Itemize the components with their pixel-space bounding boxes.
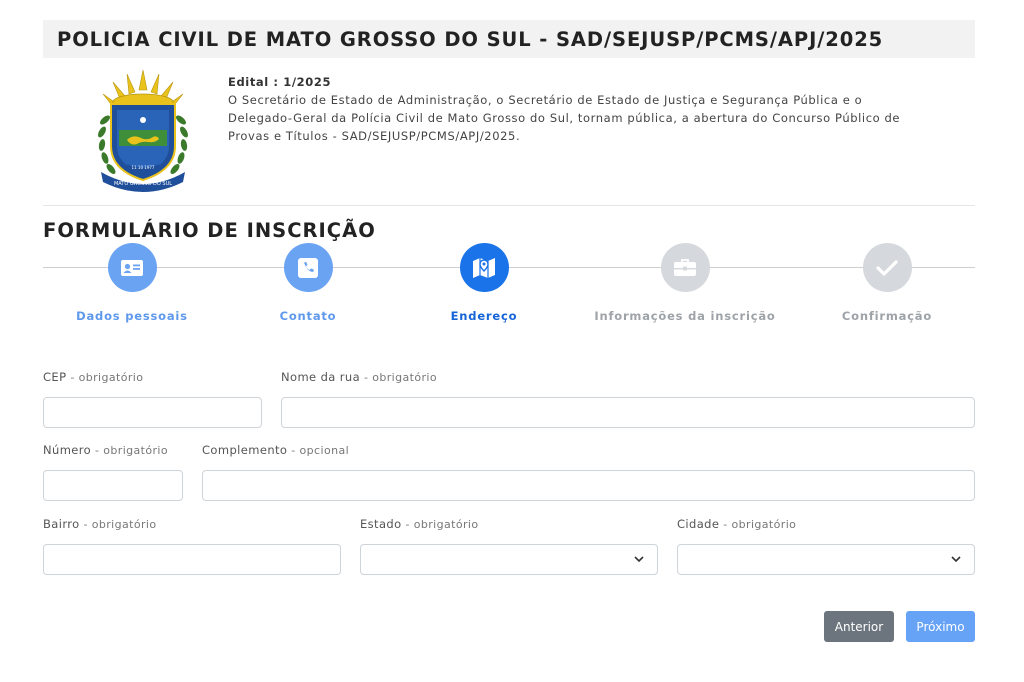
anterior-button[interactable]: Anterior bbox=[824, 611, 894, 642]
bairro-group: Bairro - obrigatório bbox=[43, 517, 341, 575]
step-label: Dados pessoais bbox=[76, 309, 188, 323]
rua-label: Nome da rua - obrigatório bbox=[281, 370, 437, 384]
estado-select[interactable] bbox=[360, 544, 658, 575]
complemento-label: Complemento - opcional bbox=[202, 443, 350, 457]
complemento-input[interactable] bbox=[202, 470, 975, 501]
chevron-down-icon bbox=[634, 556, 644, 563]
state-crest-logo: 11 10 1977 MATO GROSSO DO SUL bbox=[98, 69, 188, 192]
phone-icon bbox=[283, 243, 333, 292]
cep-input[interactable] bbox=[43, 397, 262, 428]
id-card-icon bbox=[107, 243, 157, 292]
step-label: Informações da inscrição bbox=[594, 309, 776, 323]
cidade-group: Cidade - obrigatório bbox=[677, 517, 975, 575]
step-contato[interactable]: Contato bbox=[208, 243, 408, 323]
estado-label: Estado - obrigatório bbox=[360, 517, 479, 531]
step-dados-pessoais[interactable]: Dados pessoais bbox=[32, 243, 232, 323]
cidade-label: Cidade - obrigatório bbox=[677, 517, 797, 531]
numero-input[interactable] bbox=[43, 470, 183, 501]
cep-label: CEP - obrigatório bbox=[43, 370, 144, 384]
edital-description: O Secretário de Estado de Administração,… bbox=[228, 93, 901, 143]
rua-group: Nome da rua - obrigatório bbox=[281, 370, 975, 428]
step-label: Endereço bbox=[450, 309, 518, 323]
section-divider bbox=[43, 205, 975, 206]
svg-text:MATO GROSSO DO SUL: MATO GROSSO DO SUL bbox=[114, 181, 172, 187]
step-endereco[interactable]: Endereço bbox=[384, 243, 584, 323]
numero-label: Número - obrigatório bbox=[43, 443, 169, 457]
page-title: POLICIA CIVIL DE MATO GROSSO DO SUL - SA… bbox=[43, 20, 975, 58]
check-icon bbox=[862, 243, 912, 292]
page-header: POLICIA CIVIL DE MATO GROSSO DO SUL - SA… bbox=[43, 20, 975, 206]
form-title: FORMULÁRIO DE INSCRIÇÃO bbox=[43, 219, 376, 242]
cep-group: CEP - obrigatório bbox=[43, 370, 262, 428]
cidade-select[interactable] bbox=[677, 544, 975, 575]
rua-input[interactable] bbox=[281, 397, 975, 428]
briefcase-icon bbox=[660, 243, 710, 292]
step-label: Contato bbox=[279, 309, 337, 323]
map-icon bbox=[459, 243, 509, 292]
step-informacoes-inscricao[interactable]: Informações da inscrição bbox=[585, 243, 785, 323]
edital-section: 11 10 1977 MATO GROSSO DO SUL Edital : 1… bbox=[43, 58, 975, 206]
proximo-button[interactable]: Próximo bbox=[906, 611, 975, 642]
bairro-input[interactable] bbox=[43, 544, 341, 575]
edital-number: Edital : 1/2025 bbox=[228, 75, 332, 89]
bairro-label: Bairro - obrigatório bbox=[43, 517, 157, 531]
estado-group: Estado - obrigatório bbox=[360, 517, 658, 575]
step-confirmacao[interactable]: Confirmação bbox=[787, 243, 987, 323]
edital-info: Edital : 1/2025 O Secretário de Estado d… bbox=[228, 73, 928, 145]
complemento-group: Complemento - opcional bbox=[202, 443, 975, 501]
numero-group: Número - obrigatório bbox=[43, 443, 183, 501]
chevron-down-icon bbox=[951, 556, 961, 563]
step-label: Confirmação bbox=[841, 309, 933, 323]
svg-text:11 10 1977: 11 10 1977 bbox=[132, 165, 155, 170]
